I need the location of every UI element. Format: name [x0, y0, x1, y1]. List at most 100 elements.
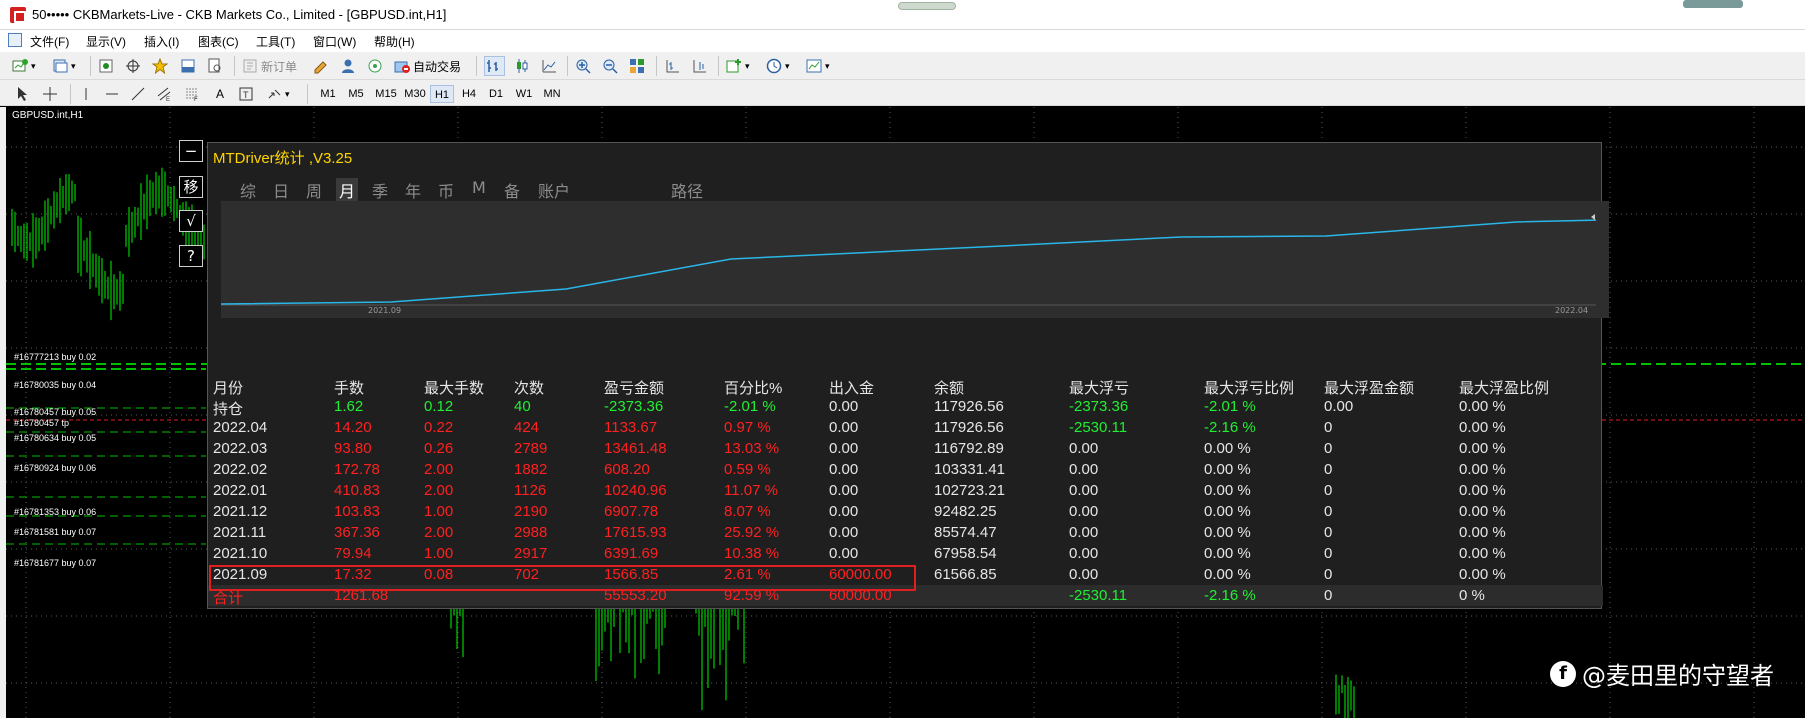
community-button[interactable]: [340, 56, 359, 76]
cell-max-dd-pct: 0.00 %: [1204, 545, 1251, 562]
timeframe-w1[interactable]: W1: [512, 85, 536, 103]
menu-window[interactable]: 窗口(W): [313, 33, 356, 50]
timeframe-h4[interactable]: H4: [457, 85, 481, 103]
arrows-button[interactable]: ▾: [266, 84, 290, 104]
menu-file[interactable]: 文件(F): [30, 33, 69, 50]
cell-balance: 117926.56: [934, 398, 1004, 415]
meta-editor-button[interactable]: [313, 56, 332, 76]
tab-week[interactable]: 周: [306, 178, 322, 202]
text-label-button[interactable]: T: [238, 84, 257, 104]
horizontal-line-icon: [106, 93, 118, 95]
timeframe-m15[interactable]: M15: [372, 85, 400, 103]
table-row[interactable]: 2021.10 79.94 1.00 2917 6391.69 10.38 % 0.00 67…: [208, 543, 1603, 564]
table-row[interactable]: 2022.03 93.80 0.26 2789 13461.48 13.03 % 0.00 1…: [208, 438, 1603, 459]
tab-path[interactable]: 路径: [671, 178, 703, 202]
navigator-button[interactable]: [152, 56, 171, 76]
indicators-button[interactable]: ▾: [726, 56, 750, 76]
cell-pct: 8.07 %: [724, 503, 771, 520]
tab-currency[interactable]: 币: [438, 178, 454, 202]
trendline-button[interactable]: [130, 84, 149, 104]
tab-account[interactable]: 账户: [538, 178, 570, 202]
tab-backup[interactable]: 备: [504, 178, 520, 202]
col-flow: 出入金: [829, 380, 875, 397]
terminal-button[interactable]: [180, 56, 199, 76]
table-row[interactable]: 持仓 1.62 0.12 40 -2373.36 -2.01 % 0.00 117926.56…: [208, 396, 1603, 418]
watermark-text: @麦田里的守望者: [1582, 662, 1774, 690]
periods-button[interactable]: ▾: [766, 56, 790, 76]
cell-max-dd: 0.00: [1069, 566, 1099, 583]
menu-bar: 文件(F) 显示(V) 插入(I) 图表(C) 工具(T) 窗口(W) 帮助(H…: [0, 30, 1805, 52]
crosshair-button[interactable]: [42, 84, 61, 104]
table-row[interactable]: 2021.12 103.83 1.00 2190 6907.78 8.07 % 0.00 92…: [208, 501, 1603, 522]
cell-max-fp: 0.00: [1324, 398, 1354, 415]
move-panel-button[interactable]: 移: [179, 176, 203, 198]
tab-year[interactable]: 年: [405, 178, 421, 202]
cell-month: 2022.03: [213, 440, 268, 457]
table-row[interactable]: 2022.02 172.78 2.00 1882 608.20 0.59 % 0.00 103…: [208, 459, 1603, 480]
menu-view[interactable]: 显示(V): [86, 33, 126, 50]
tab-month[interactable]: 月: [336, 178, 359, 202]
new-order-button[interactable]: 新订单: [242, 56, 297, 76]
cell-max-fp: 0: [1324, 482, 1333, 499]
tab-quarter[interactable]: 季: [372, 178, 388, 202]
zoom-out-button[interactable]: [602, 56, 621, 76]
tile-windows-button[interactable]: [629, 56, 648, 76]
window-controls-bar[interactable]: [1683, 0, 1743, 8]
templates-button[interactable]: ▾: [806, 56, 830, 76]
auto-trading-button[interactable]: 自动交易: [394, 56, 461, 76]
text-label-icon: T: [239, 87, 253, 101]
cell-month: 2021.12: [213, 503, 268, 520]
cursor-button[interactable]: [14, 84, 33, 104]
data-window-button[interactable]: [125, 56, 144, 76]
total-max-fp: 0: [1324, 587, 1333, 604]
cell-lots: 103.83: [334, 503, 380, 520]
timeframe-mn[interactable]: MN: [540, 85, 564, 103]
tab-summary[interactable]: 综: [240, 178, 256, 202]
candlestick-icon: [517, 59, 528, 73]
minimize-panel-button[interactable]: −: [179, 140, 203, 162]
timeframe-h1[interactable]: H1: [430, 85, 454, 103]
chart-shift-button[interactable]: [664, 56, 683, 76]
cursor-arrow-icon: [18, 87, 27, 101]
vertical-line-button[interactable]: [78, 84, 97, 104]
equidistant-channel-button[interactable]: E: [156, 84, 175, 104]
template-icon: [806, 59, 822, 73]
line-chart-button[interactable]: [541, 56, 560, 76]
timeframe-m5[interactable]: M5: [344, 85, 368, 103]
menu-tools[interactable]: 工具(T): [256, 33, 295, 50]
drag-grip[interactable]: [898, 2, 956, 10]
tab-day[interactable]: 日: [273, 178, 289, 202]
document-icon[interactable]: [8, 33, 22, 47]
cell-flow: 0.00: [829, 545, 859, 562]
profiles-button[interactable]: ▾: [52, 56, 76, 76]
table-row[interactable]: 2022.04 14.20 0.22 424 1133.67 0.97 % 0.00 1179…: [208, 417, 1603, 438]
menu-help[interactable]: 帮助(H): [374, 33, 415, 50]
svg-text:F: F: [194, 97, 198, 102]
chart-shift-icon: [666, 60, 679, 73]
candlestick-button[interactable]: [514, 56, 533, 76]
confirm-panel-button[interactable]: √: [179, 210, 203, 232]
new-chart-button[interactable]: ▾: [12, 56, 36, 76]
toolbar-separator: [656, 56, 657, 76]
help-panel-button[interactable]: ?: [179, 245, 203, 267]
text-button[interactable]: A: [212, 84, 228, 104]
autoscroll-button[interactable]: [691, 56, 710, 76]
cell-max-fp: 0: [1324, 566, 1333, 583]
fibonacci-button[interactable]: F: [184, 84, 203, 104]
tester-button[interactable]: [207, 56, 226, 76]
table-row[interactable]: 2021.11 367.36 2.00 2988 17615.93 25.92 % 0.00…: [208, 522, 1603, 543]
cell-pnl: 1133.67: [604, 419, 658, 436]
menu-insert[interactable]: 插入(I): [144, 33, 179, 50]
table-row[interactable]: 2022.01 410.83 2.00 1126 10240.96 11.07 % 0.00…: [208, 480, 1603, 501]
tab-m[interactable]: M: [472, 178, 486, 197]
timeframe-d1[interactable]: D1: [484, 85, 508, 103]
signals-button[interactable]: [367, 56, 386, 76]
timeframe-m30[interactable]: M30: [401, 85, 429, 103]
cell-pnl: 6907.78: [604, 503, 659, 520]
market-watch-button[interactable]: [98, 56, 117, 76]
horizontal-line-button[interactable]: [104, 84, 123, 104]
timeframe-m1[interactable]: M1: [316, 85, 340, 103]
bar-chart-button[interactable]: [484, 56, 505, 76]
zoom-in-button[interactable]: [575, 56, 594, 76]
menu-chart[interactable]: 图表(C): [198, 33, 239, 50]
